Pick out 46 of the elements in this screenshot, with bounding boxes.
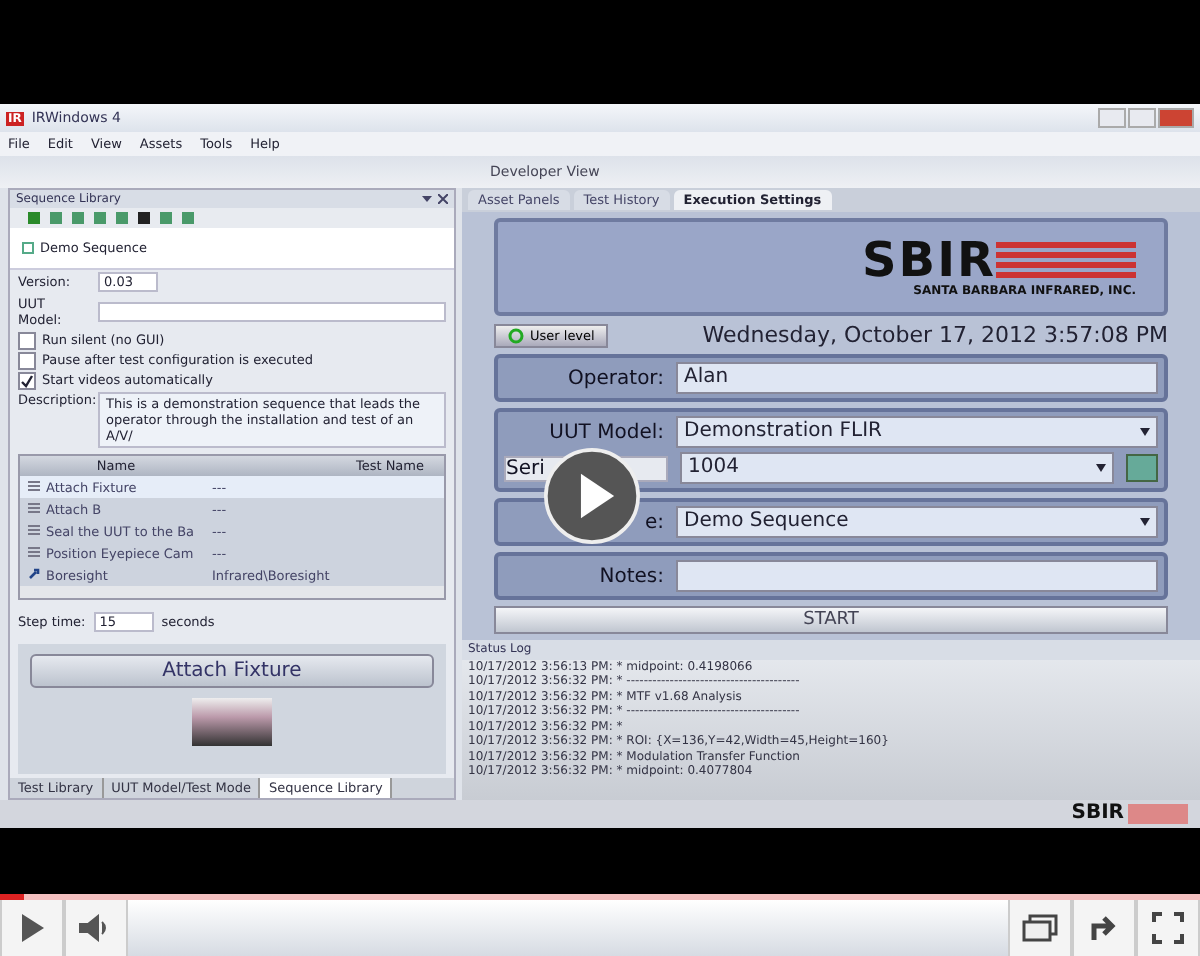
uut-model-dropdown[interactable]: [98, 302, 446, 322]
close-button[interactable]: [1158, 108, 1194, 128]
dropdown-icon: [1140, 518, 1150, 526]
minimize-button[interactable]: [1098, 108, 1126, 128]
maximize-button[interactable]: [1128, 108, 1156, 128]
wrench-icon: [28, 567, 40, 579]
windows-icon: [1022, 914, 1058, 942]
dropdown-icon[interactable]: [422, 194, 432, 204]
step-title: Attach Fixture: [30, 654, 434, 688]
uut-model-dropdown[interactable]: Demonstration FLIR: [676, 416, 1158, 448]
share-button[interactable]: [1072, 900, 1136, 956]
progress-track[interactable]: [0, 894, 1200, 900]
footer-logo: SBIR: [1071, 804, 1188, 824]
field-label: Operator:: [566, 367, 664, 389]
list-icon: [28, 545, 40, 557]
close-icon[interactable]: [438, 194, 448, 204]
dropdown-icon: [1096, 464, 1106, 472]
window-mode-button[interactable]: [1008, 900, 1072, 956]
field-label: UUT Model:: [549, 421, 664, 443]
notes-field[interactable]: [676, 560, 1158, 592]
list-icon: [28, 479, 40, 491]
start-button[interactable]: START: [494, 606, 1168, 634]
photo-placeholder: [192, 698, 272, 746]
table-icon[interactable]: [1126, 454, 1158, 482]
field-label: Seri: [506, 457, 547, 479]
share-icon: [1088, 914, 1120, 942]
field-label: Notes:: [599, 565, 664, 587]
checkbox[interactable]: [18, 331, 36, 349]
play-icon: [18, 912, 46, 944]
fullscreen-button[interactable]: [1136, 900, 1200, 956]
sequence-icon: [22, 242, 34, 254]
volume-button[interactable]: [64, 900, 128, 956]
date-time: Wednesday, October 17, 2012 3:57:08 PM: [702, 322, 1168, 348]
refresh-icon: [508, 327, 524, 343]
operator-field[interactable]: Alan: [676, 362, 1158, 394]
checkbox[interactable]: [18, 371, 36, 389]
list-icon: [28, 501, 40, 513]
field-label: e:: [644, 511, 664, 533]
serial-dropdown[interactable]: 1004: [680, 452, 1114, 484]
play-button[interactable]: [0, 900, 64, 956]
list-icon: [28, 523, 40, 535]
fullscreen-icon: [1152, 912, 1184, 944]
checkbox[interactable]: [18, 351, 36, 369]
play-icon[interactable]: [544, 448, 640, 544]
dropdown-icon: [1140, 428, 1150, 436]
sequence-dropdown[interactable]: Demo Sequence: [676, 506, 1158, 538]
